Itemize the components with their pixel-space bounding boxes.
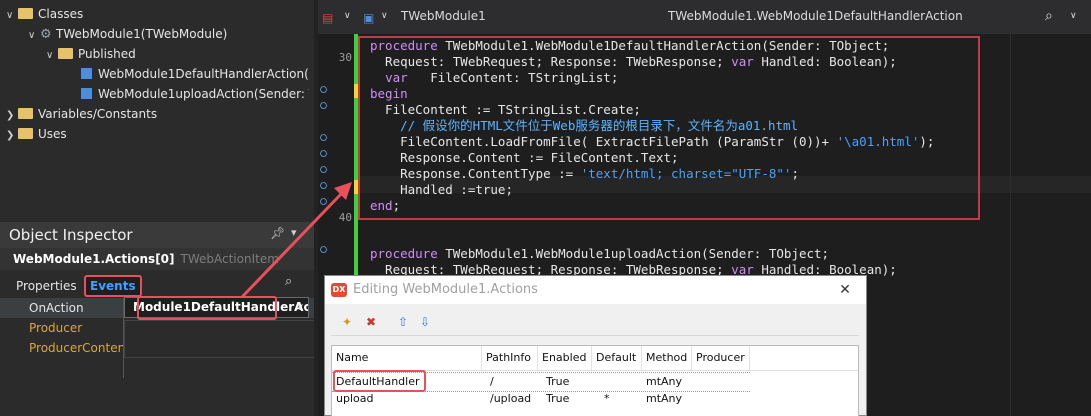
breakpoint-dot-icon[interactable] xyxy=(320,166,327,173)
chevron-down-icon[interactable]: ∨ xyxy=(28,26,40,44)
selected-object-name: WebModule1.Actions[0] xyxy=(13,252,175,266)
cell-name[interactable]: upload xyxy=(332,390,373,408)
dx-logo: DX xyxy=(331,283,347,297)
chevron-down-icon[interactable]: ▾ xyxy=(291,226,297,239)
structure-panel: ∨ Classes ∨ ⚙ TWebModule1(TWebModule) ∨ Publ… xyxy=(0,0,314,200)
cell-pathinfo[interactable]: /upload xyxy=(486,390,531,408)
highlight-box xyxy=(358,36,980,220)
breakpoint-dot-icon[interactable] xyxy=(320,102,327,109)
tree-label: TWebModule1(TWebModule) xyxy=(56,27,228,41)
tree-label: Uses xyxy=(38,127,67,141)
grid-header: Name PathInfo Enabled Default Method Pro… xyxy=(332,346,858,371)
tree-node-method[interactable]: WebModule1DefaultHandlerAction(Send xyxy=(81,64,309,84)
right-margin xyxy=(1010,34,1011,416)
code-token: procedure xyxy=(370,246,438,261)
code-line[interactable]: procedure TWebModule1.WebModule1uploadAc… xyxy=(370,246,829,262)
unit-icon[interactable]: ▣ xyxy=(363,11,374,25)
dropdown-list[interactable] xyxy=(124,320,322,358)
move-down-icon[interactable]: ⇩ xyxy=(415,313,435,331)
highlight-box xyxy=(333,370,426,392)
tree-node-uses[interactable]: ❯ Uses xyxy=(6,124,67,144)
cell-default[interactable] xyxy=(596,373,600,391)
tree-node-classes[interactable]: ∨ Classes xyxy=(6,4,83,24)
tree-node-class[interactable]: ∨ ⚙ TWebModule1(TWebModule) xyxy=(28,24,227,44)
move-up-icon[interactable]: ⇧ xyxy=(393,313,413,331)
chevron-down-icon[interactable]: ∨ xyxy=(46,46,58,64)
pin-icon[interactable]: 📌︎ xyxy=(270,226,285,240)
close-icon[interactable]: ✕ xyxy=(830,279,860,301)
cell-enabled[interactable]: True xyxy=(542,373,569,391)
cell-default[interactable]: * xyxy=(600,390,610,408)
chevron-down-icon[interactable]: ∨ xyxy=(297,298,304,317)
chevron-down-icon[interactable]: ∨ xyxy=(1070,11,1077,21)
column-header[interactable]: Producer xyxy=(692,346,750,370)
line-number: 40 xyxy=(338,211,352,224)
code-token: TWebModule1.WebModule1uploadAction(Sende… xyxy=(437,246,830,261)
tree-node-variables[interactable]: ❯ Variables/Constants xyxy=(6,104,157,124)
line-number: 30 xyxy=(338,51,352,64)
dialog-toolbar: ✦ ✖ ⇧ ⇩ xyxy=(331,309,859,336)
cell-pathinfo[interactable]: / xyxy=(486,373,494,391)
column-header[interactable]: Method xyxy=(642,346,692,370)
property-name: Producer xyxy=(29,321,83,335)
tab-events[interactable]: Events xyxy=(84,275,142,297)
tree-label: Published xyxy=(78,47,136,61)
method-icon xyxy=(81,68,92,79)
cell-method[interactable]: mtAny xyxy=(642,390,682,408)
breakpoint-dot-icon[interactable] xyxy=(320,134,327,141)
cell-enabled[interactable]: True xyxy=(542,390,569,408)
editor-toolbar: ▤ ∨ ▣ ∨ TWebModule1 TWebModule1.WebModul… xyxy=(318,0,1091,34)
cell-producer[interactable] xyxy=(692,390,696,408)
column-header[interactable]: Enabled xyxy=(538,346,592,370)
breakpoint-dot-icon[interactable] xyxy=(320,150,327,157)
property-name: ProducerContent xyxy=(29,341,130,355)
table-row[interactable]: upload /upload True * mtAny xyxy=(332,390,750,408)
folder-icon xyxy=(58,48,73,59)
search-icon[interactable]: ⌕ xyxy=(1045,8,1053,24)
chevron-down-icon[interactable]: ∨ xyxy=(6,6,18,24)
dialog-titlebar[interactable]: DX Editing WebModule1.Actions ✕ xyxy=(325,276,866,304)
delete-icon[interactable]: ✖ xyxy=(361,313,381,331)
tree-label: Classes xyxy=(38,7,84,21)
highlight-box xyxy=(137,296,277,320)
object-inspector-title: Object Inspector xyxy=(9,226,133,244)
selected-object-class: TWebActionItem xyxy=(180,252,279,266)
object-inspector-titlebar: Object Inspector 📌︎ ▾ xyxy=(0,222,314,248)
tree-node-method[interactable]: WebModule1uploadAction(Sender: TObj xyxy=(81,84,309,104)
tab-properties[interactable]: Properties xyxy=(16,277,77,295)
chevron-down-icon[interactable]: ∨ xyxy=(344,11,351,21)
column-header[interactable]: Name xyxy=(332,346,482,370)
tree-node-published[interactable]: ∨ Published xyxy=(46,44,136,64)
tree-label: Variables/Constants xyxy=(38,107,158,121)
unit-selector[interactable]: TWebModule1 xyxy=(401,9,486,23)
property-name: OnAction xyxy=(29,301,84,315)
breakpoint-dot-icon[interactable] xyxy=(320,246,327,253)
method-icon xyxy=(81,88,92,99)
cell-method[interactable]: mtAny xyxy=(642,373,682,391)
breakpoint-dot-icon[interactable] xyxy=(320,198,327,205)
selected-object-bar[interactable]: WebModule1.Actions[0] TWebActionItem xyxy=(0,248,314,270)
actions-editor-dialog: DX Editing WebModule1.Actions ✕ ✦ ✖ ⇧ ⇩ … xyxy=(324,275,867,416)
add-icon[interactable]: ✦ xyxy=(337,313,357,331)
column-header[interactable]: Default xyxy=(592,346,642,370)
search-icon[interactable]: ⌕ xyxy=(285,274,292,289)
chevron-down-icon[interactable]: ∨ xyxy=(381,11,388,21)
folder-icon xyxy=(18,8,33,19)
dialog-title: Editing WebModule1.Actions xyxy=(353,282,538,297)
breakpoint-dot-icon[interactable] xyxy=(320,182,327,189)
breakpoint-dot-icon[interactable] xyxy=(320,86,327,93)
folder-icon xyxy=(18,108,33,119)
tree-label: WebModule1DefaultHandlerAction(Send xyxy=(98,67,309,81)
code-icon[interactable]: ▤ xyxy=(322,11,333,25)
cell-producer[interactable] xyxy=(692,373,696,391)
procedure-selector[interactable]: TWebModule1.WebModule1DefaultHandlerActi… xyxy=(668,9,963,23)
column-header[interactable]: PathInfo xyxy=(482,346,538,370)
inspector-tabs: Properties Events xyxy=(0,272,314,298)
tree-label: WebModule1uploadAction(Sender: TObj xyxy=(98,87,309,101)
chevron-right-icon[interactable]: ❯ xyxy=(6,106,18,124)
chevron-right-icon[interactable]: ❯ xyxy=(6,126,18,144)
folder-icon xyxy=(18,128,33,139)
class-icon: ⚙ xyxy=(40,27,52,42)
